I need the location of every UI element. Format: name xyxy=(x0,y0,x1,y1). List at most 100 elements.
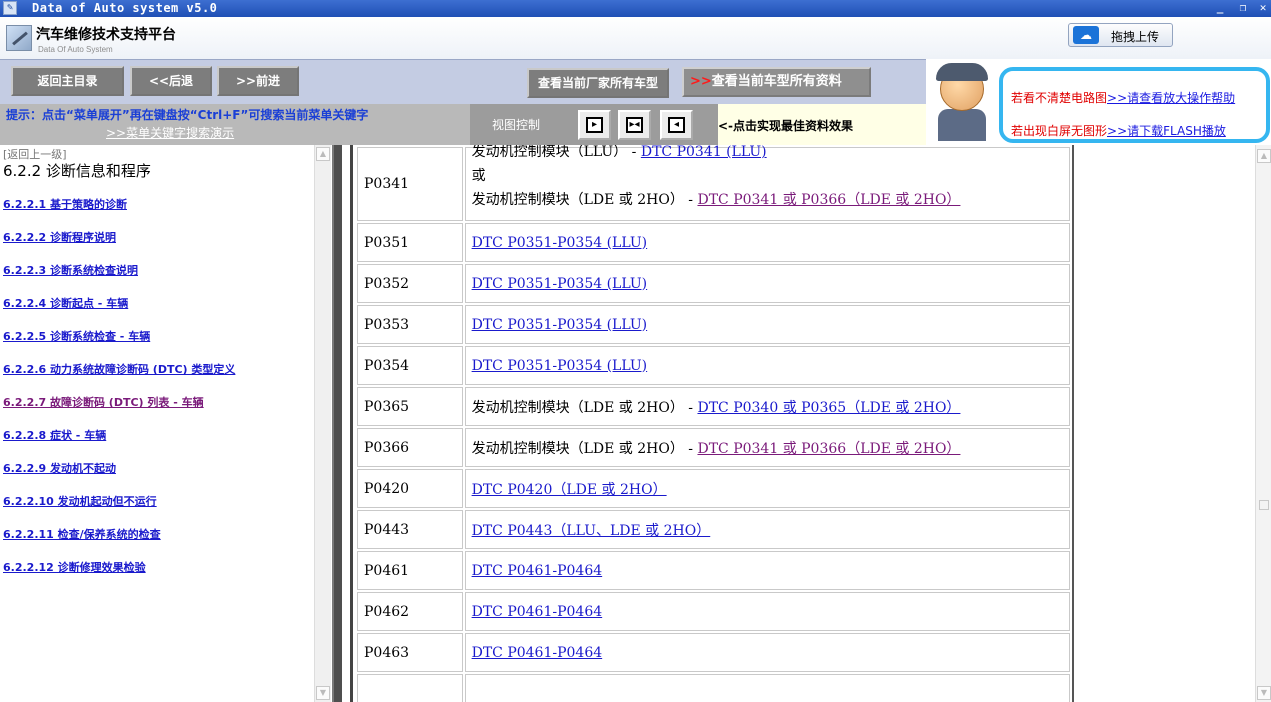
help-flash-row: 若出现白屏无图形>>请下载FLASH播放 xyxy=(1011,122,1226,139)
section-title: 6.2.2 诊断信息和程序 xyxy=(3,162,151,180)
dtc-description: DTC P0443（LLU、LDE 或 2HO） xyxy=(464,510,1070,549)
menu-scrollbar[interactable]: ▲ ▼ xyxy=(314,145,331,702)
table-row: P0463 DTC P0461-P0464 xyxy=(357,633,1070,672)
scroll-up-icon[interactable]: ▲ xyxy=(1257,149,1271,163)
dtc-code: P0341 xyxy=(357,147,463,221)
help-flash-link[interactable]: >>请下载FLASH播放 xyxy=(1107,124,1226,138)
menu-item[interactable]: 6.2.2.10 发动机起动但不运行 xyxy=(3,493,157,509)
table-row: P0461 DTC P0461-P0464 xyxy=(357,551,1070,590)
scroll-down-icon[interactable]: ▼ xyxy=(316,686,330,700)
best-effect-text: <-点击实现最佳资料效果 xyxy=(718,119,854,133)
dtc-code: P0462 xyxy=(357,592,463,631)
dtc-link[interactable]: DTC P0351-P0354 (LLU) xyxy=(472,235,648,251)
table-row xyxy=(357,674,1070,702)
restore-icon[interactable]: ❐ xyxy=(1236,1,1250,15)
dtc-table-frame: P0341 发动机控制模块（LLU） - DTC P0341 (LLU) 或 发… xyxy=(350,145,1074,702)
menu-item[interactable]: 6.2.2.6 动力系统故障诊断码 (DTC) 类型定义 xyxy=(3,361,235,377)
content-panel: P0341 发动机控制模块（LLU） - DTC P0341 (LLU) 或 发… xyxy=(342,145,1255,702)
dtc-link[interactable]: DTC P0341 或 P0366（LDE 或 2HO） xyxy=(697,441,960,457)
dtc-code: P0353 xyxy=(357,305,463,344)
minimize-icon[interactable]: _ xyxy=(1213,1,1227,15)
dtc-code: P0463 xyxy=(357,633,463,672)
hint-demo-link[interactable]: >>菜单关键字搜索演示 xyxy=(106,124,234,141)
table-row: P0354 DTC P0351-P0354 (LLU) xyxy=(357,346,1070,385)
table-row: P0351 DTC P0351-P0354 (LLU) xyxy=(357,223,1070,262)
logo-icon xyxy=(6,25,32,51)
maker-models-button[interactable]: 查看当前厂家所有车型 xyxy=(527,68,669,98)
dtc-code: P0366 xyxy=(357,428,463,467)
menu-item[interactable]: 6.2.2.5 诊断系统检查 - 车辆 xyxy=(3,328,150,344)
forward-button[interactable]: >>前进 xyxy=(217,66,299,96)
menu-item[interactable]: 6.2.2.2 诊断程序说明 xyxy=(3,229,116,245)
scroll-up-icon[interactable]: ▲ xyxy=(316,147,330,161)
table-row: P0352 DTC P0351-P0354 (LLU) xyxy=(357,264,1070,303)
mascot-image xyxy=(926,59,1000,145)
menu-item[interactable]: 6.2.2.4 诊断起点 - 车辆 xyxy=(3,295,128,311)
menu-panel: [返回上一级] 6.2.2 诊断信息和程序 6.2.2.1 基于策略的诊断 6.… xyxy=(0,145,331,702)
brand-subtitle: Data Of Auto System xyxy=(38,45,113,54)
scroll-thumb[interactable] xyxy=(1259,500,1269,510)
dtc-link[interactable]: DTC P0461-P0464 xyxy=(472,563,603,579)
menu-item[interactable]: 6.2.2.3 诊断系统检查说明 xyxy=(3,262,138,278)
best-effect-tip: <-点击实现最佳资料效果 xyxy=(718,104,926,145)
dtc-link[interactable]: DTC P0341 或 P0366（LDE 或 2HO） xyxy=(697,192,960,208)
view-control-label: 视图控制 xyxy=(492,118,541,132)
dtc-code: P0354 xyxy=(357,346,463,385)
dtc-code: P0351 xyxy=(357,223,463,262)
dtc-link[interactable]: DTC P0443（LLU、LDE 或 2HO） xyxy=(472,523,711,539)
menu-item[interactable]: 6.2.2.11 检查/保养系统的检查 xyxy=(3,526,161,542)
dtc-link[interactable]: DTC P0461-P0464 xyxy=(472,604,603,620)
dtc-link[interactable]: DTC P0420（LDE 或 2HO） xyxy=(472,482,667,498)
dtc-description: 发动机控制模块（LLU） - DTC P0341 (LLU) 或 发动机控制模块… xyxy=(464,145,1070,221)
dtc-description: DTC P0461-P0464 xyxy=(464,551,1070,590)
content-scrollbar[interactable]: ▲ ▼ xyxy=(1255,145,1271,702)
menu-item[interactable]: 6.2.2.12 诊断修理效果检验 xyxy=(3,559,146,575)
table-row: P0353 DTC P0351-P0354 (LLU) xyxy=(357,305,1070,344)
menu-item[interactable]: 6.2.2.1 基于策略的诊断 xyxy=(3,196,127,212)
window-title: Data of Auto system v5.0 xyxy=(32,1,218,15)
nav-toolbar: 返回主目录 <<后退 >>前进 查看当前厂家所有车型 >>查看当前车型所有资料 xyxy=(0,59,926,104)
double-arrow-icon: >> xyxy=(690,74,712,89)
dtc-code: P0352 xyxy=(357,264,463,303)
table-row: P0366 发动机控制模块（LDE 或 2HO） - DTC P0341 或 P0… xyxy=(357,428,1070,467)
scroll-down-icon[interactable]: ▼ xyxy=(1257,686,1271,700)
brand-title: 汽车维修技术支持平台 xyxy=(36,27,176,43)
dtc-link[interactable]: DTC P0341 (LLU) xyxy=(641,145,767,160)
menu-item-active[interactable]: 6.2.2.7 故障诊断码 (DTC) 列表 - 车辆 xyxy=(3,394,204,410)
app-header: 汽车维修技术支持平台 Data Of Auto System ☁ 拖拽上传 xyxy=(0,17,1271,59)
dtc-link[interactable]: DTC P0461-P0464 xyxy=(472,645,603,661)
table-row: P0365 发动机控制模块（LDE 或 2HO） - DTC P0340 或 P0… xyxy=(357,387,1070,426)
dtc-link[interactable]: DTC P0351-P0354 (LLU) xyxy=(472,358,648,374)
dtc-link[interactable]: DTC P0351-P0354 (LLU) xyxy=(472,317,648,333)
view-split-button[interactable]: ▸◂ xyxy=(618,110,651,140)
nav-bottom-bar: 提示：点击“菜单展开”再在键盘按“Ctrl+F”可搜索当前菜单关键字 >>菜单关… xyxy=(0,104,926,145)
menu-item[interactable]: 6.2.2.8 症状 - 车辆 xyxy=(3,427,106,443)
dtc-description: 发动机控制模块（LDE 或 2HO） - DTC P0341 或 P0366（L… xyxy=(464,428,1070,467)
view-expand-left-button[interactable]: ◂ xyxy=(660,110,693,140)
search-hint: 提示：点击“菜单展开”再在键盘按“Ctrl+F”可搜索当前菜单关键字 >>菜单关… xyxy=(0,104,470,145)
dtc-code: P0365 xyxy=(357,387,463,426)
help-zoom-link[interactable]: >>请查看放大操作帮助 xyxy=(1107,91,1235,105)
panel-splitter[interactable] xyxy=(332,145,342,702)
view-expand-right-button[interactable]: ▸ xyxy=(578,110,611,140)
dtc-description: DTC P0351-P0354 (LLU) xyxy=(464,346,1070,385)
table-row: P0443 DTC P0443（LLU、LDE 或 2HO） xyxy=(357,510,1070,549)
cloud-icon: ☁ xyxy=(1073,26,1099,44)
back-button[interactable]: <<后退 xyxy=(130,66,212,96)
menu-item[interactable]: 6.2.2.9 发动机不起动 xyxy=(3,460,116,476)
panel-left-icon: ◂ xyxy=(668,117,685,133)
help-zoom-text: 若看不清楚电路图 xyxy=(1011,91,1108,105)
dtc-description: DTC P0461-P0464 xyxy=(464,592,1070,631)
dtc-link[interactable]: DTC P0340 或 P0365（LDE 或 2HO） xyxy=(697,400,960,416)
close-icon[interactable]: ✕ xyxy=(1256,1,1270,15)
dtc-description: DTC P0351-P0354 (LLU) xyxy=(464,223,1070,262)
upload-button[interactable]: ☁ 拖拽上传 xyxy=(1068,23,1173,47)
table-row: P0462 DTC P0461-P0464 xyxy=(357,592,1070,631)
dtc-description: DTC P0461-P0464 xyxy=(464,633,1070,672)
dtc-link[interactable]: DTC P0351-P0354 (LLU) xyxy=(472,276,648,292)
model-all-button[interactable]: >>查看当前车型所有资料 xyxy=(682,67,871,97)
dtc-description: DTC P0351-P0354 (LLU) xyxy=(464,305,1070,344)
dtc-code: P0420 xyxy=(357,469,463,508)
dtc-code: P0443 xyxy=(357,510,463,549)
home-button[interactable]: 返回主目录 xyxy=(11,66,124,96)
